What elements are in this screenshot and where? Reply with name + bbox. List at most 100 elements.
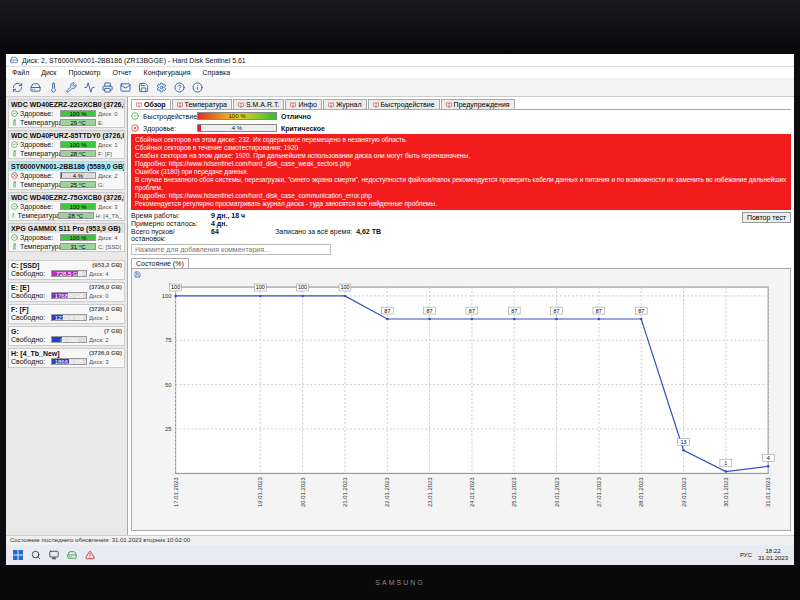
toolbar-button[interactable]	[136, 80, 150, 94]
tab-icon	[290, 102, 296, 108]
toolbar-button[interactable]	[100, 80, 114, 94]
volume-free-row: Свободно:1866,5 GBДиск: 3	[9, 357, 124, 366]
tab[interactable]: Обзор	[131, 99, 171, 109]
plot-area	[176, 287, 769, 473]
health-bar: 100 %	[60, 203, 96, 210]
search-button[interactable]	[30, 549, 42, 561]
tab[interactable]: Температура	[172, 99, 232, 109]
toolbar-button[interactable]	[64, 80, 78, 94]
disk-item[interactable]: XPG GAMMIX S11 Pro (953,9 GB)Здоровье:10…	[8, 223, 125, 252]
data-point: 100	[170, 284, 182, 297]
save-icon[interactable]	[134, 271, 141, 278]
data-point: 4	[762, 454, 774, 467]
menu-item[interactable]: Справка	[201, 68, 232, 77]
data-point: 87	[551, 307, 563, 320]
retest-button[interactable]: Повтор тест	[742, 212, 791, 223]
data-point: 87	[593, 307, 605, 320]
tab[interactable]: S.M.A.R.T.	[233, 99, 284, 109]
health-label: Здоровье:	[20, 234, 58, 241]
volume-item[interactable]: G:(7 GB)Свободно:(2 GB)Диск: 2	[8, 326, 125, 346]
health-label: Здоровье:	[20, 203, 58, 210]
toolbar-button[interactable]	[46, 80, 60, 94]
toolbar	[6, 78, 794, 97]
volume-item[interactable]: H: [4_Tb_New](3726,0 GB)Свободно:1866,5 …	[8, 348, 125, 368]
tool-icon	[66, 82, 77, 93]
language[interactable]: РУС	[740, 552, 752, 558]
menu-item[interactable]: Просмотр	[66, 68, 102, 77]
volume-list: C: [SSD](953,2 GB)Свободно:728,5 GBДиск:…	[8, 260, 125, 368]
disk-item[interactable]: WDC WD40PURZ-85TTDY0 (3726,0 GB)Здоровье…	[8, 130, 125, 159]
thermometer-icon	[11, 212, 16, 219]
tab-icon	[238, 102, 244, 108]
clock[interactable]: 18:2231.01.2023	[758, 548, 788, 562]
toolbar-button[interactable]	[82, 80, 96, 94]
svg-text:75: 75	[165, 337, 172, 343]
data-point: 87	[424, 307, 436, 320]
health-bar: 4 %	[60, 172, 96, 179]
volume-item[interactable]: E: [E](3726,0 GB)Свободно:1768,5 GBДиск:…	[8, 282, 125, 302]
menu-item[interactable]: Конфигурация	[142, 68, 193, 77]
toolbar-button[interactable]	[10, 80, 24, 94]
tool-icon	[84, 82, 95, 93]
svg-text:21.01.2023: 21.01.2023	[342, 477, 348, 507]
taskbar: РУС 18:2231.01.2023	[6, 545, 794, 565]
tab[interactable]: Предупреждения	[441, 99, 515, 109]
disk-name: WDC WD40PURZ-85TTDY0 (3726,0 GB)	[9, 131, 124, 140]
free-bar: 728,5 GB	[51, 270, 87, 277]
taskbar-app[interactable]	[84, 549, 96, 561]
ok-icon	[11, 203, 18, 210]
svg-text:100: 100	[298, 284, 307, 290]
svg-text:100: 100	[162, 293, 173, 299]
volume-item[interactable]: C: [SSD](953,2 GB)Свободно:728,5 GBДиск:…	[8, 260, 125, 280]
title-bar: Диск: 2, ST6000VN001-2BB186 (ZR13BGGE) -…	[6, 54, 794, 67]
toolbar-button[interactable]	[154, 80, 168, 94]
svg-text:13: 13	[680, 439, 686, 445]
svg-text:22.01.2023: 22.01.2023	[384, 477, 390, 507]
toolbar-button[interactable]	[118, 80, 132, 94]
menu-item[interactable]: Диск	[39, 68, 58, 77]
tab[interactable]: Быстродействие	[368, 99, 440, 109]
svg-text:50: 50	[165, 382, 172, 388]
health-label: Здоровье:	[20, 110, 58, 117]
toolbar-button[interactable]	[172, 80, 186, 94]
disk-health-row: Здоровье:4 %Диск: 2	[9, 171, 124, 180]
svg-text:87: 87	[596, 308, 602, 314]
data-point: 100	[297, 284, 309, 297]
tab[interactable]: Журнал	[323, 99, 367, 109]
x-tick: 19.01.2023	[257, 287, 263, 507]
taskbar-app[interactable]	[48, 549, 60, 561]
disk-item[interactable]: WDC WD40EZRZ-75GXCB0 (3726,0 GB)Здоровье…	[8, 192, 125, 221]
health-bar: 100 %	[60, 234, 96, 241]
tab[interactable]: Инфо	[285, 99, 322, 109]
alert-line: Сбойных секторов в течение самотестирова…	[135, 144, 787, 152]
svg-text:26.01.2023: 26.01.2023	[554, 477, 560, 507]
tool-icon	[12, 82, 23, 93]
ok-icon	[11, 110, 18, 117]
svg-text:87: 87	[511, 308, 517, 314]
volume-free-row: Свободно:1768,5 GBДиск: 0	[9, 291, 124, 300]
volume-item[interactable]: F: [F](3726,0 GB)Свободно:1232,4 GBДиск:…	[8, 304, 125, 324]
toolbar-button[interactable]	[28, 80, 42, 94]
search-icon	[31, 550, 41, 560]
temp-label: Температура:	[20, 181, 58, 188]
disk-item[interactable]: WDC WD40EZRZ-22GXCB0 (3726,0 GB)Здоровье…	[8, 99, 125, 128]
tool-icon	[48, 82, 59, 93]
toolbar-button[interactable]	[190, 80, 204, 94]
disk-item[interactable]: ST6000VN001-2BB186 (5589,0 GB)Здоровье:4…	[8, 161, 125, 190]
menu-item[interactable]: Отчет	[110, 68, 133, 77]
meter-label: Быстродействие:	[143, 113, 193, 120]
chart-tab[interactable]: Состояние (%)	[131, 258, 189, 268]
x-tick: 26.01.2023	[554, 287, 560, 507]
x-tick: 27.01.2023	[596, 287, 602, 507]
menu-item[interactable]: Файл	[10, 68, 31, 77]
taskbar-app[interactable]	[66, 549, 78, 561]
health-label: Здоровье:	[20, 172, 58, 179]
windows-icon	[13, 550, 23, 560]
comment-field[interactable]	[131, 244, 331, 255]
start-button[interactable]	[12, 549, 24, 561]
disk-temp-row: Температура:31 °CC: [SSD]	[9, 242, 124, 251]
svg-text:19.01.2023: 19.01.2023	[257, 477, 263, 507]
disk-health-row: Здоровье:100 %Диск: 3	[9, 202, 124, 211]
volume-free-row: Свободно:1232,4 GBДиск: 1	[9, 313, 124, 322]
tool-icon	[138, 82, 149, 93]
